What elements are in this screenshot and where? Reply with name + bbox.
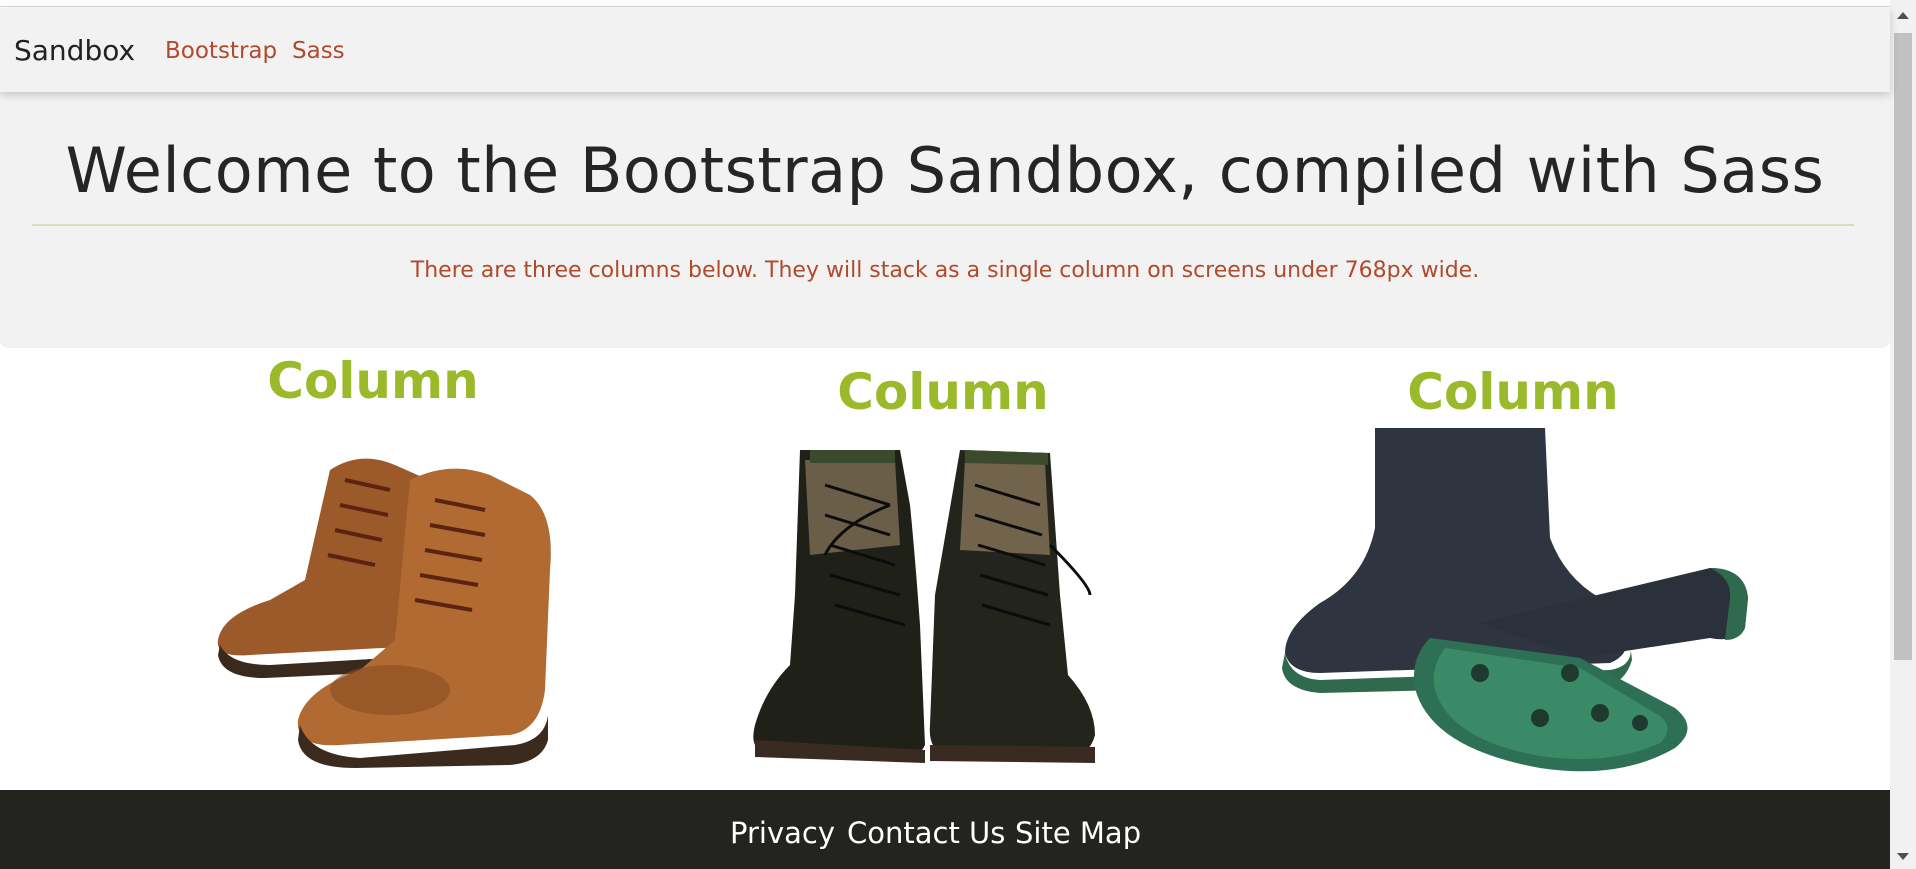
footer-link-contact-us[interactable]: Contact Us (847, 816, 1005, 850)
column-2-title: Column (837, 363, 1049, 421)
browser-top-edge (0, 0, 1916, 7)
nav-link-sass[interactable]: Sass (292, 38, 345, 64)
navbar: Sandbox Bootstrap Sass (0, 8, 1890, 92)
vertical-scrollbar[interactable] (1890, 0, 1916, 869)
brown-boots-image (217, 458, 551, 768)
rain-boots-image (1282, 428, 1748, 772)
site-footer: Privacy Contact Us Site Map (0, 790, 1890, 869)
footer-link-site-map[interactable]: Site Map (1015, 816, 1141, 850)
page-title: Welcome to the Bootstrap Sandbox, compil… (65, 134, 1825, 207)
scroll-down-arrow-icon[interactable] (1897, 853, 1909, 860)
hero-lead-text: There are three columns below. They will… (410, 258, 1480, 283)
nav-link-bootstrap[interactable]: Bootstrap (165, 38, 277, 64)
scrollbar-thumb[interactable] (1894, 33, 1912, 660)
footer-link-privacy[interactable]: Privacy (730, 816, 835, 850)
hero-divider (32, 224, 1854, 226)
hero-jumbotron: Welcome to the Bootstrap Sandbox, compil… (0, 92, 1890, 348)
column-1-title: Column (267, 352, 479, 410)
scroll-up-arrow-icon[interactable] (1897, 12, 1909, 19)
navbar-brand[interactable]: Sandbox (14, 34, 135, 67)
column-3-title: Column (1407, 363, 1619, 421)
black-boots-image (753, 450, 1095, 763)
